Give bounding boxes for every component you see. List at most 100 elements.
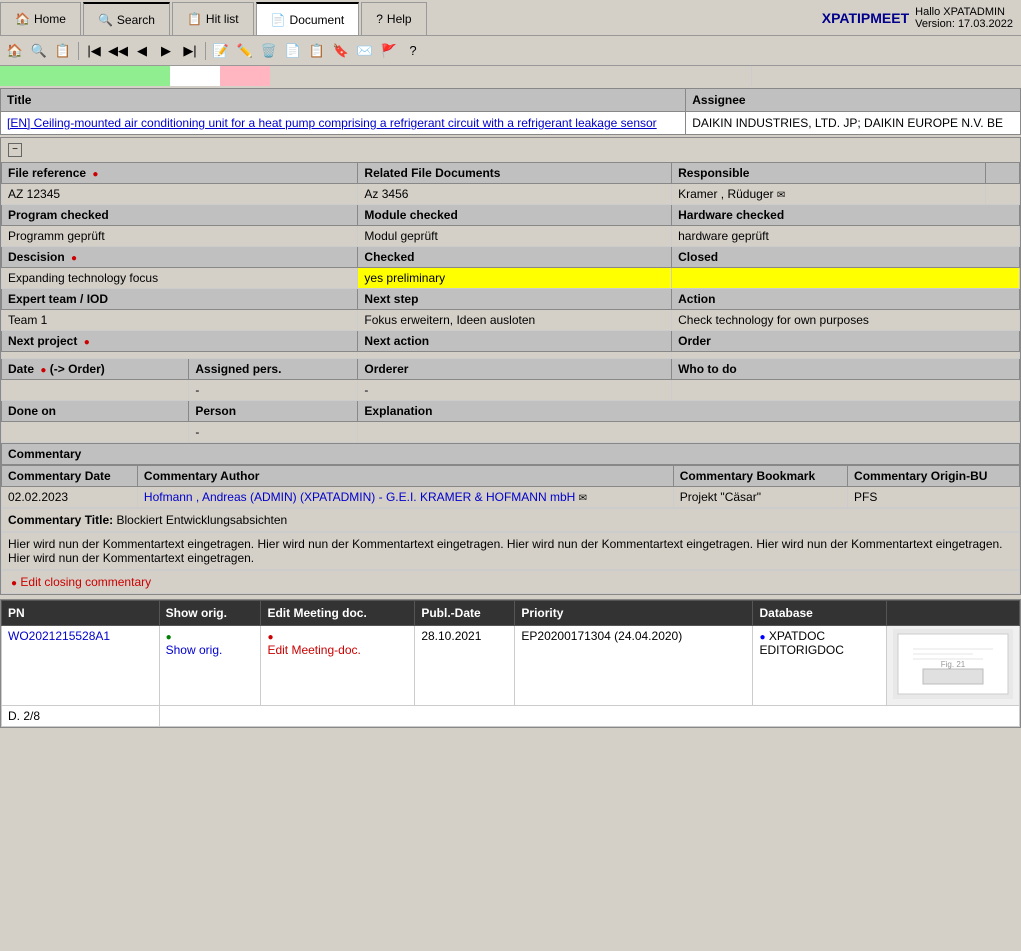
data-grid: File reference ● Related File Documents …: [1, 162, 1020, 443]
title-col-header: Title: [1, 89, 686, 112]
tab-help-label: Help: [387, 12, 412, 26]
checked-header: Checked: [358, 247, 672, 268]
decision-header: Descision ●: [2, 247, 358, 268]
next-project-value: [2, 352, 358, 359]
pn-page-info: D. 2/8: [2, 706, 160, 727]
date-value: [2, 380, 189, 401]
done-on-header: Done on: [2, 401, 189, 422]
next-action-header: Next action: [358, 331, 672, 352]
edit-commentary-link[interactable]: Edit closing commentary: [20, 575, 151, 589]
decision-dot: ●: [71, 253, 77, 264]
expert-team-header: Expert team / IOD: [2, 289, 358, 310]
decision-value: Expanding technology focus: [2, 268, 358, 289]
prev-btn[interactable]: ◀: [131, 40, 153, 62]
assignee-col-header: Assignee: [686, 89, 1021, 112]
show-orig-green-dot: ●: [166, 632, 172, 643]
tab-hitlist[interactable]: 📋 Hit list: [172, 2, 254, 35]
commentary-table: Commentary Date Commentary Author Commen…: [1, 465, 1020, 508]
author-email-icon[interactable]: ✉: [579, 493, 587, 504]
action-header: Action: [672, 289, 1020, 310]
bookmark-btn[interactable]: 🔖: [330, 40, 352, 62]
orderer-value: -: [358, 380, 672, 401]
first-btn[interactable]: |◀: [83, 40, 105, 62]
home-toolbar-btn[interactable]: 🏠: [4, 40, 26, 62]
edit-meeting-cell: ● Edit Meeting-doc.: [261, 626, 415, 706]
tab-help[interactable]: ? Help: [361, 2, 426, 35]
brand-name: XPATIPMEET: [822, 10, 909, 26]
publ-date-col: Publ.-Date: [415, 601, 515, 626]
brand-version: Version: 17.03.2022: [915, 18, 1013, 30]
date-header: Date ● (-> Order): [2, 359, 189, 380]
edit-meeting-link[interactable]: Edit Meeting-doc.: [267, 643, 360, 657]
empty-row: [159, 706, 1019, 727]
edit-meeting-red-dot: ●: [267, 632, 273, 643]
module-checked-value: Modul geprüft: [358, 226, 672, 247]
color-seg-white: [170, 66, 220, 86]
edit-meeting-col: Edit Meeting doc.: [261, 601, 415, 626]
tab-home[interactable]: 🏠 Home: [0, 2, 81, 35]
show-orig-link[interactable]: Show orig.: [166, 643, 223, 657]
priority-col: Priority: [515, 601, 753, 626]
copy-toolbar-btn[interactable]: 📋: [52, 40, 74, 62]
edit-btn[interactable]: ✏️: [234, 40, 256, 62]
database-value: ● XPATDOC EDITORIGDOC: [753, 626, 887, 706]
search-toolbar-btn[interactable]: 🔍: [28, 40, 50, 62]
prev-prev-btn[interactable]: ◀◀: [107, 40, 129, 62]
color-seg-green: [0, 66, 170, 86]
action-value: Check technology for own purposes: [672, 310, 1020, 331]
edit-commentary-row: ● Edit closing commentary: [1, 570, 1020, 594]
publ-date-value: 28.10.2021: [415, 626, 515, 706]
email-btn[interactable]: ✉️: [354, 40, 376, 62]
next-step-value: Fokus erweitern, Ideen ausloten: [358, 310, 672, 331]
tab-search[interactable]: 🔍 Search: [83, 2, 170, 35]
header-table: Title Assignee [EN] Ceiling-mounted air …: [0, 88, 1021, 135]
copy2-btn[interactable]: 📄: [282, 40, 304, 62]
toolbar-sep-2: [205, 42, 206, 60]
tab-home-label: Home: [34, 12, 66, 26]
show-orig-cell: ● Show orig.: [159, 626, 261, 706]
commentary-author-col: Commentary Author: [137, 466, 673, 487]
tab-search-label: Search: [117, 13, 155, 27]
pn-link[interactable]: WO2021215528A1: [8, 629, 110, 643]
commentary-date-value: 02.02.2023: [2, 487, 138, 508]
collapse-btn[interactable]: −: [8, 143, 22, 157]
home-icon: 🏠: [15, 12, 30, 26]
database-blue-dot: ●: [759, 632, 765, 643]
expert-team-value: Team 1: [2, 310, 358, 331]
closed-header: Closed: [672, 247, 1020, 268]
commentary-bookmark-col: Commentary Bookmark: [673, 466, 847, 487]
commentary-text-row: Hier wird nun der Kommentartext eingetra…: [1, 532, 1020, 570]
last-btn[interactable]: ▶|: [179, 40, 201, 62]
assignee-cell: DAIKIN INDUSTRIES, LTD. JP; DAIKIN EUROP…: [686, 112, 1021, 135]
priority-value: EP20200171304 (24.04.2020): [515, 626, 753, 706]
orderer-header: Orderer: [358, 359, 672, 380]
paste-btn[interactable]: 📋: [306, 40, 328, 62]
responsible-extra-value: [985, 184, 1019, 205]
color-seg-pink: [220, 66, 270, 86]
delete-btn[interactable]: 🗑️: [258, 40, 280, 62]
commentary-author-value: Hofmann , Andreas (ADMIN) (XPATADMIN) - …: [137, 487, 673, 508]
svg-text:Fig. 21: Fig. 21: [941, 660, 966, 669]
document-icon: 📄: [271, 13, 286, 27]
who-to-do-header: Who to do: [672, 359, 1020, 380]
responsible-email-icon[interactable]: ✉: [777, 190, 785, 201]
flag-btn[interactable]: 🚩: [378, 40, 400, 62]
add-btn[interactable]: 📝: [210, 40, 232, 62]
commentary-title-value: Blockiert Entwicklungsabsichten: [116, 513, 287, 527]
tab-document[interactable]: 📄 Document: [256, 2, 360, 35]
bottom-table-container: PN Show orig. Edit Meeting doc. Publ.-Da…: [0, 599, 1021, 728]
help-toolbar-btn[interactable]: ?: [402, 40, 424, 62]
thumbnail-cell: Fig. 21: [887, 626, 1020, 706]
responsible-header: Responsible: [672, 163, 986, 184]
title-link[interactable]: [EN] Ceiling-mounted air conditioning un…: [7, 116, 657, 130]
commentary-bookmark-value: Projekt "Cäsar": [673, 487, 847, 508]
edit-commentary-dot: ●: [11, 578, 17, 589]
closed-value: [672, 268, 1020, 289]
done-on-value: [2, 422, 189, 443]
who-to-do-value: [672, 380, 1020, 401]
next-btn[interactable]: ▶: [155, 40, 177, 62]
program-checked-header: Program checked: [2, 205, 358, 226]
database-col: Database: [753, 601, 887, 626]
file-ref-value: AZ 12345: [2, 184, 358, 205]
title-cell: [EN] Ceiling-mounted air conditioning un…: [1, 112, 686, 135]
